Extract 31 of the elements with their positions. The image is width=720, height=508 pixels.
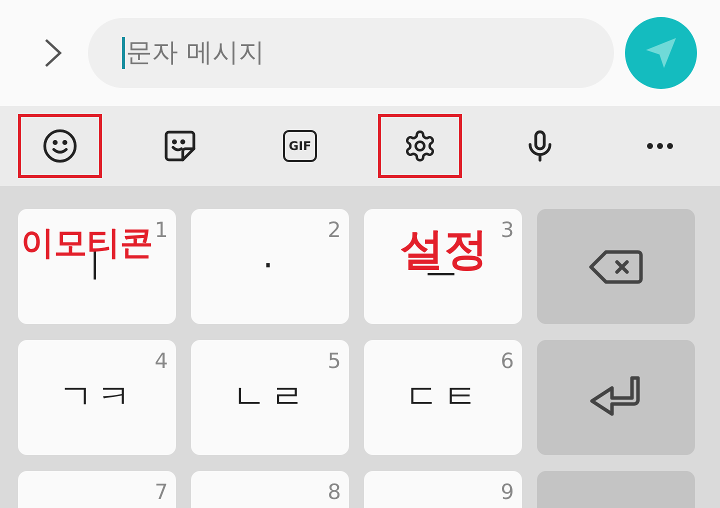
chevron-right-icon[interactable] (43, 38, 63, 68)
key-number: 5 (328, 348, 341, 375)
key-character: ㄷㅌ (405, 376, 481, 419)
key-number: 9 (500, 479, 514, 506)
text-cursor (122, 37, 125, 69)
toolbar-button[interactable]: GIF (258, 114, 342, 178)
keyboard-key[interactable]: 5 ㄴㄹ (191, 340, 349, 455)
keyboard-key[interactable]: 2 · (191, 209, 349, 324)
key-number: 3 (500, 217, 514, 244)
toolbar-button[interactable] (18, 114, 102, 178)
function-key[interactable] (537, 209, 695, 324)
backspace-icon (588, 248, 644, 284)
key-number: 2 (328, 217, 341, 244)
key-number: 8 (328, 479, 341, 506)
key-character: · (262, 245, 278, 288)
key-number: 6 (500, 348, 514, 375)
smiley-icon (42, 128, 78, 164)
key-number: 7 (154, 479, 168, 506)
message-input[interactable]: 문자 메시지 (88, 18, 614, 88)
function-key[interactable] (537, 340, 695, 455)
keyboard-key[interactable]: 6 ㄷㅌ (364, 340, 522, 455)
key-number: 1 (154, 217, 168, 244)
key-character: ㄴㄹ (232, 376, 308, 419)
keyboard-key[interactable]: 4 ㄱㅋ (18, 340, 176, 455)
key-character: ㄱㅋ (59, 376, 135, 419)
settings-icon (403, 129, 437, 163)
key-number: 4 (154, 348, 168, 375)
more-icon (645, 142, 675, 150)
toolbar-button[interactable] (378, 114, 462, 178)
sticker-icon (162, 128, 198, 164)
gif-icon: GIF (283, 130, 317, 162)
